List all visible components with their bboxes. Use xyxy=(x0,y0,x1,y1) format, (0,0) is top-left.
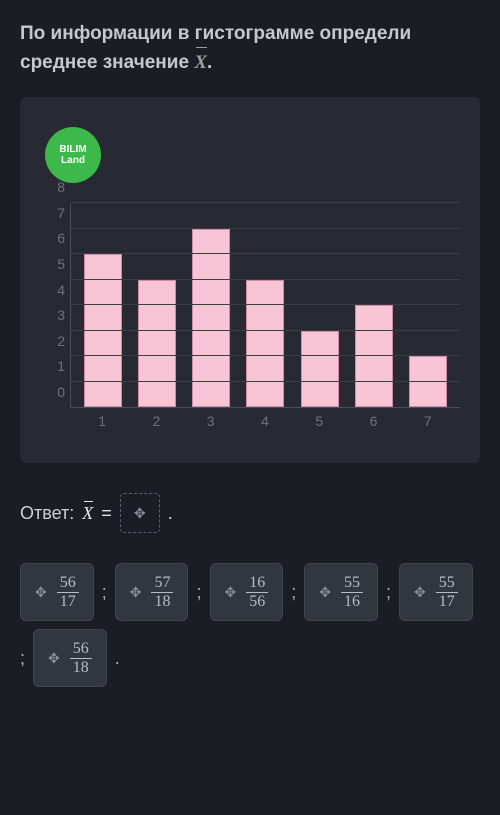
options-container: ✥5617;✥5718;✥1656;✥5516;✥5517;✥5618. xyxy=(20,563,480,687)
option-separator: ; xyxy=(102,582,107,603)
answer-option[interactable]: ✥ 5617 xyxy=(20,563,94,621)
y-tick-label: 6 xyxy=(57,230,65,246)
fraction-denominator: 18 xyxy=(70,659,92,677)
x-tick-label: 6 xyxy=(355,408,393,433)
gridline xyxy=(71,355,460,356)
answer-row: Ответ: X = ✥ . xyxy=(20,493,480,533)
question-line2-prefix: среднее значение xyxy=(20,52,194,73)
fraction-numerator: 55 xyxy=(341,574,363,593)
option-separator: ; xyxy=(20,648,25,669)
fraction: 5618 xyxy=(70,640,92,676)
answer-option[interactable]: ✥ 5618 xyxy=(33,629,107,687)
y-tick-label: 7 xyxy=(57,205,65,221)
gridline xyxy=(71,228,460,229)
y-tick-label: 8 xyxy=(57,179,65,195)
y-tick-label: 5 xyxy=(57,256,65,272)
chart-bar xyxy=(409,356,447,407)
gridline xyxy=(71,202,460,203)
fraction-numerator: 56 xyxy=(57,574,79,593)
fraction: 5516 xyxy=(341,574,363,610)
chart-bar xyxy=(84,254,122,407)
x-axis-labels: 1234567 xyxy=(70,408,460,433)
fraction-denominator: 17 xyxy=(436,593,458,611)
gridline xyxy=(71,253,460,254)
bar-chart: 012345678 1234567 xyxy=(70,203,460,433)
fraction-denominator: 17 xyxy=(57,593,79,611)
logo-line1: BILIM xyxy=(59,144,86,155)
x-tick-label: 7 xyxy=(409,408,447,433)
gridline xyxy=(71,381,460,382)
drag-icon: ✥ xyxy=(130,584,142,601)
y-axis: 012345678 xyxy=(45,203,65,408)
x-tick-label: 4 xyxy=(246,408,284,433)
answer-label: Ответ: xyxy=(20,503,74,524)
answer-period: . xyxy=(168,503,173,524)
plot-area xyxy=(70,203,460,408)
question-line2-suffix: . xyxy=(207,52,212,73)
chart-bar xyxy=(355,305,393,407)
answer-dropzone[interactable]: ✥ xyxy=(120,493,160,533)
answer-x-bar: X xyxy=(82,503,93,524)
equals-sign: = xyxy=(101,503,112,524)
x-tick-label: 5 xyxy=(300,408,338,433)
x-bar-symbol: X xyxy=(194,49,207,78)
fraction-denominator: 16 xyxy=(341,593,363,611)
fraction: 5617 xyxy=(57,574,79,610)
fraction: 1656 xyxy=(246,574,268,610)
gridline xyxy=(71,330,460,331)
chart-bar xyxy=(246,280,284,408)
option-separator: ; xyxy=(291,582,296,603)
fraction-denominator: 18 xyxy=(151,593,173,611)
y-tick-label: 3 xyxy=(57,307,65,323)
x-tick-label: 1 xyxy=(83,408,121,433)
option-separator: . xyxy=(115,648,120,669)
answer-option[interactable]: ✥ 1656 xyxy=(210,563,284,621)
x-tick-label: 2 xyxy=(137,408,175,433)
chart-container: BILIM Land 012345678 1234567 xyxy=(20,97,480,463)
fraction-numerator: 56 xyxy=(70,640,92,659)
drag-icon: ✥ xyxy=(35,584,47,601)
bars-group xyxy=(71,203,460,407)
fraction: 5517 xyxy=(436,574,458,610)
logo-line2: Land xyxy=(61,155,85,166)
gridline xyxy=(71,304,460,305)
y-tick-label: 0 xyxy=(57,384,65,400)
question-line1: По информации в гистограмме определи xyxy=(20,23,411,44)
y-tick-label: 1 xyxy=(57,358,65,374)
option-separator: ; xyxy=(196,582,201,603)
answer-option[interactable]: ✥ 5718 xyxy=(115,563,189,621)
drag-icon: ✥ xyxy=(225,584,237,601)
chart-bar xyxy=(138,280,176,408)
brand-logo: BILIM Land xyxy=(45,127,101,183)
chart-bar xyxy=(301,331,339,408)
drag-icon: ✥ xyxy=(48,650,60,667)
gridline xyxy=(71,279,460,280)
fraction-numerator: 57 xyxy=(151,574,173,593)
y-tick-label: 4 xyxy=(57,282,65,298)
question-text: По информации в гистограмме определи сре… xyxy=(20,20,480,77)
drag-icon: ✥ xyxy=(319,584,331,601)
fraction: 5718 xyxy=(151,574,173,610)
x-tick-label: 3 xyxy=(192,408,230,433)
fraction-numerator: 55 xyxy=(436,574,458,593)
dropzone-move-icon: ✥ xyxy=(134,505,146,522)
fraction-denominator: 56 xyxy=(246,593,268,611)
drag-icon: ✥ xyxy=(414,584,426,601)
answer-option[interactable]: ✥ 5516 xyxy=(304,563,378,621)
option-separator: ; xyxy=(386,582,391,603)
y-tick-label: 2 xyxy=(57,333,65,349)
answer-option[interactable]: ✥ 5517 xyxy=(399,563,473,621)
fraction-numerator: 16 xyxy=(246,574,268,593)
